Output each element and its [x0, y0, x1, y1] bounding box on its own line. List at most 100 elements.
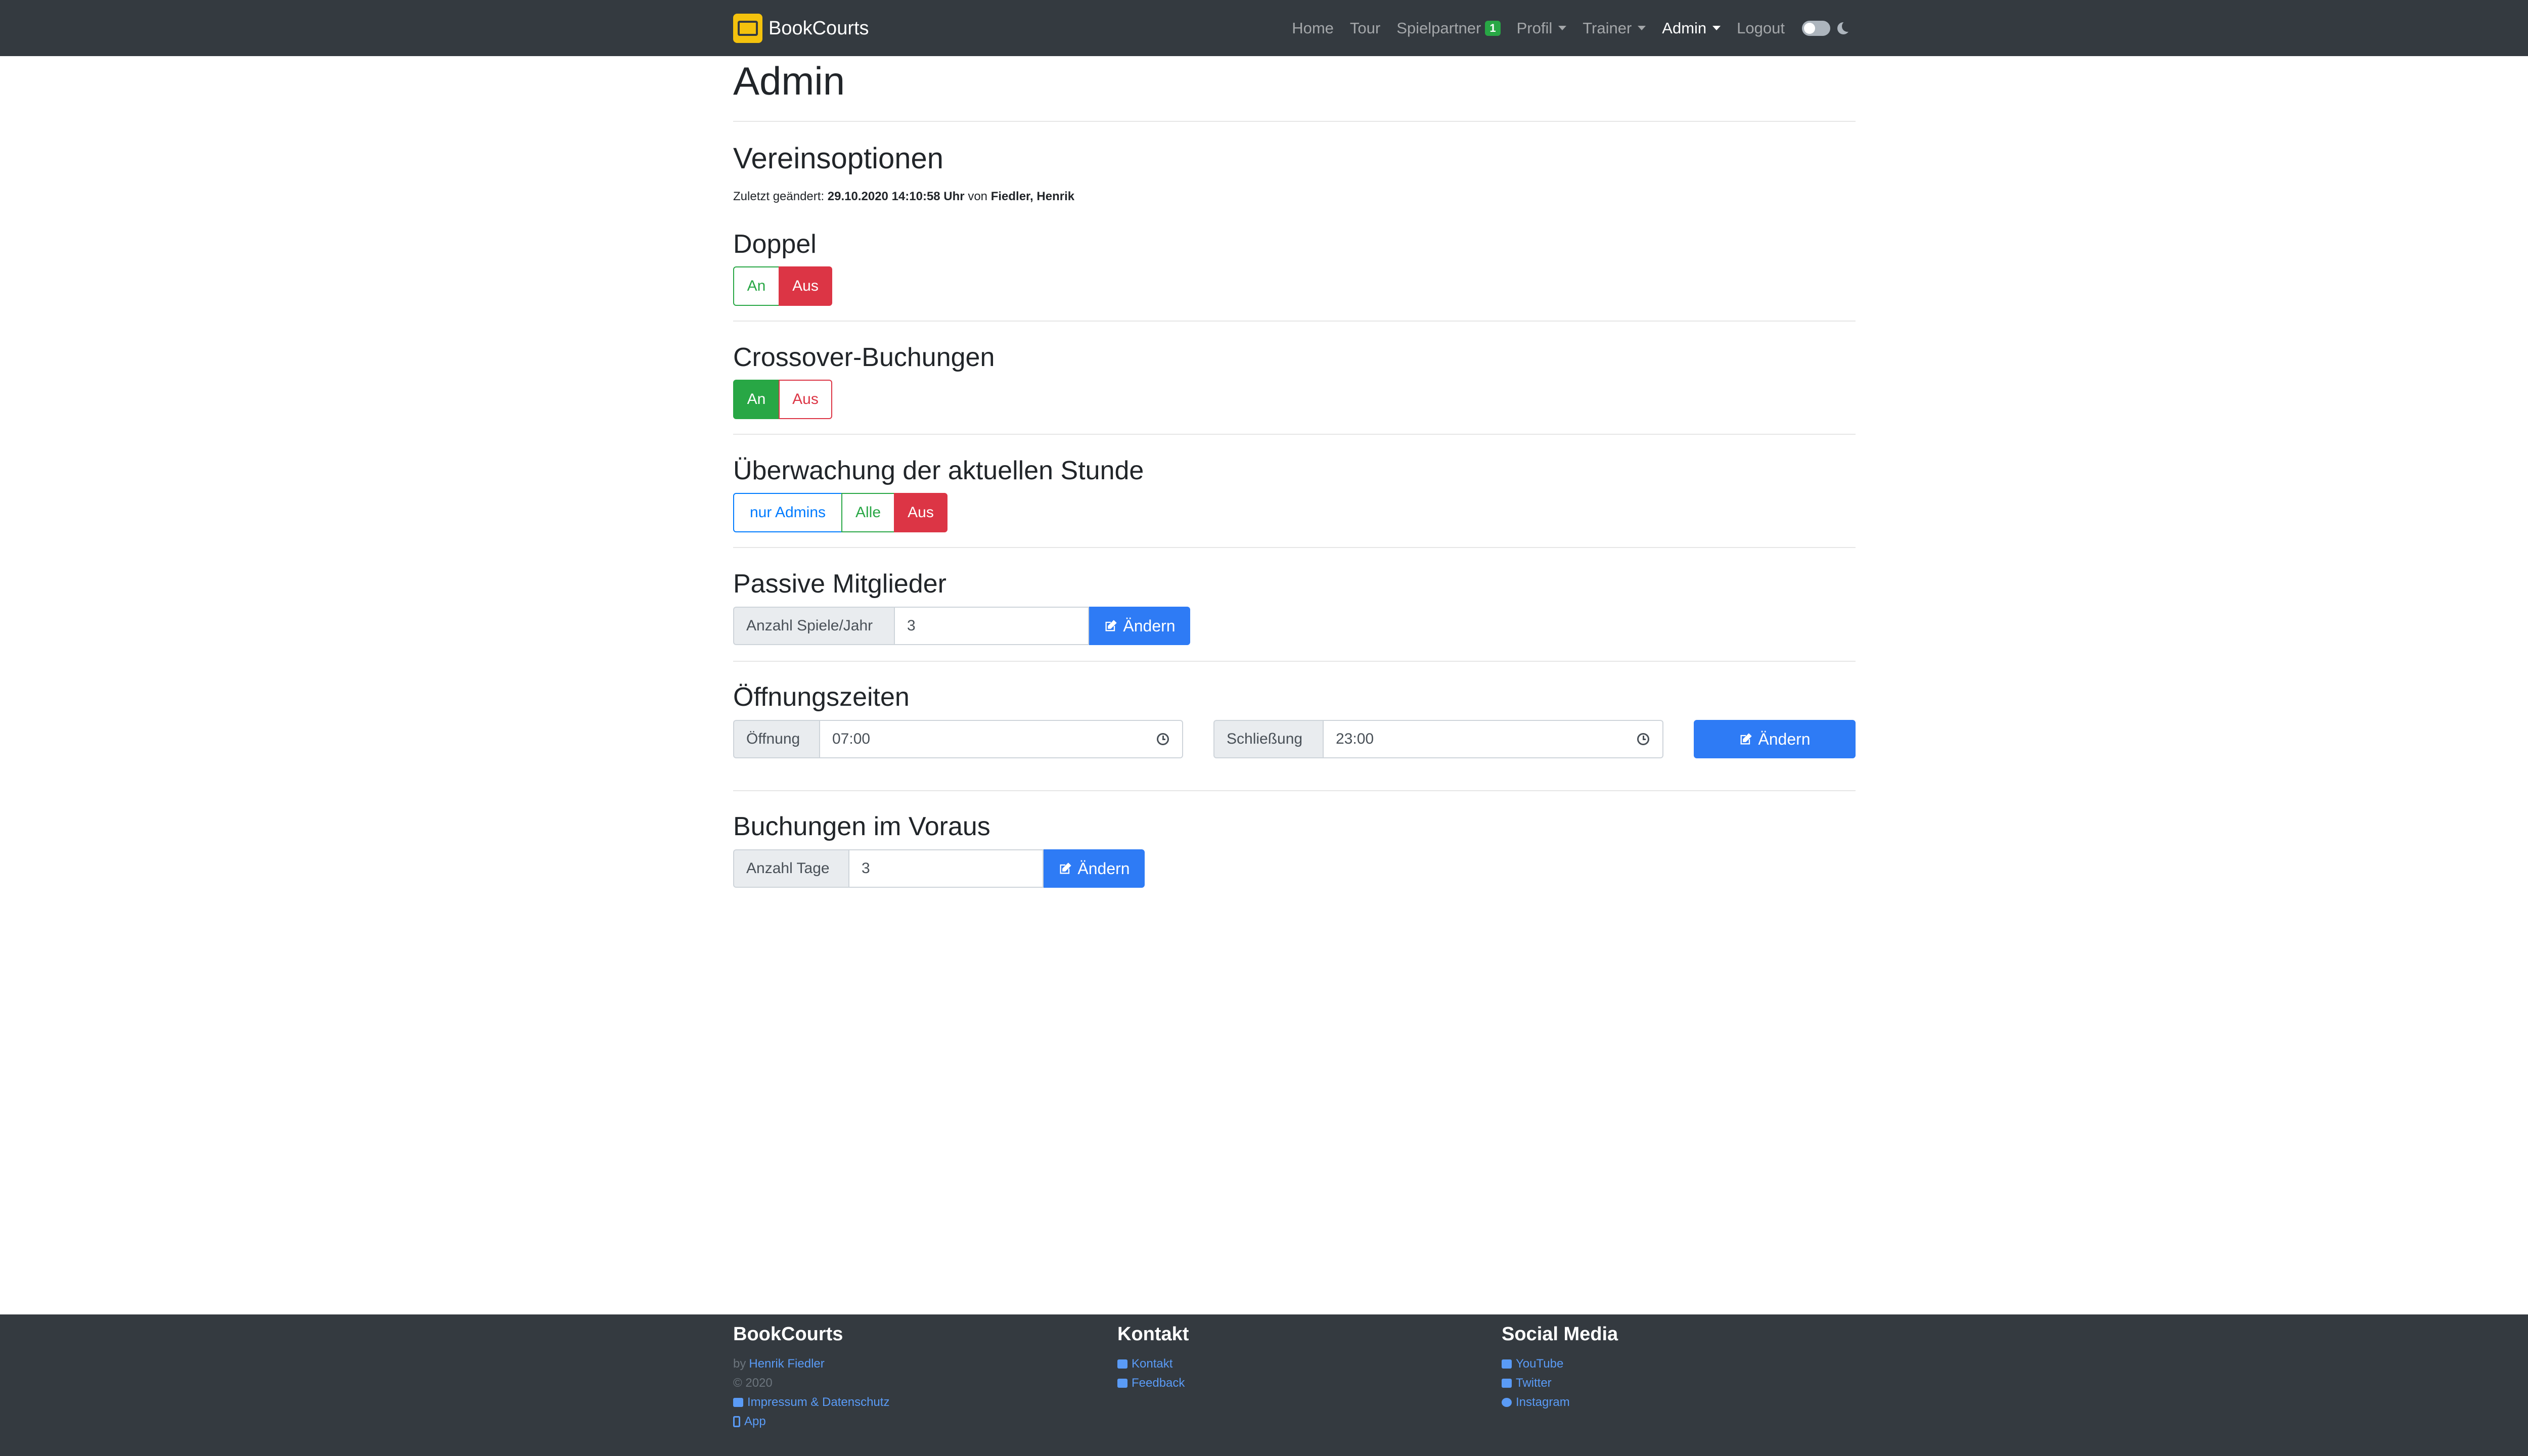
monitoring-all-button[interactable]: Alle [841, 493, 895, 532]
nav-profil-dropdown[interactable]: Profil [1517, 19, 1567, 37]
mobile-icon [733, 1416, 740, 1427]
caret-down-icon [1558, 26, 1567, 30]
footer-twitter-label: Twitter [1516, 1376, 1552, 1390]
advance-change-label: Ändern [1077, 859, 1130, 878]
nav-trainer-dropdown[interactable]: Trainer [1583, 19, 1646, 37]
nav-home[interactable]: Home [1292, 19, 1334, 37]
divider [733, 790, 1856, 791]
footer-youtube-link[interactable]: YouTube [1502, 1357, 1563, 1371]
footer-contact-link[interactable]: Kontakt [1117, 1357, 1172, 1371]
footer-contact-label: Kontakt [1132, 1357, 1173, 1371]
edit-icon [1060, 862, 1072, 874]
crossover-off-button[interactable]: Aus [779, 380, 832, 419]
book-icon [733, 1398, 743, 1407]
envelope-icon [1117, 1359, 1127, 1369]
doppel-off-button[interactable]: Aus [779, 266, 832, 306]
youtube-icon [1502, 1359, 1512, 1369]
passive-games-input[interactable]: 3 [894, 607, 1089, 645]
last-change-by-word: von [968, 190, 988, 203]
nav-logout[interactable]: Logout [1737, 19, 1785, 37]
clock-icon [1637, 733, 1649, 745]
footer-feedback-link[interactable]: Feedback [1117, 1376, 1185, 1390]
brand-logo-icon [733, 14, 762, 43]
nav-spielpartner-label: Spielpartner [1396, 19, 1481, 37]
passive-title: Passive Mitglieder [733, 569, 946, 599]
advance-change-button[interactable]: Ändern [1044, 849, 1145, 888]
advance-title: Buchungen im Voraus [733, 812, 990, 841]
envelope-icon [1117, 1379, 1127, 1388]
divider [733, 121, 1856, 122]
nav-admin-dropdown[interactable]: Admin [1662, 19, 1721, 37]
closing-input-group: Schließung 23:00 [1213, 720, 1663, 758]
section-title: Vereinsoptionen [733, 142, 943, 175]
crossover-title: Crossover-Buchungen [733, 343, 995, 372]
footer-app-link[interactable]: App [733, 1415, 766, 1429]
footer-instagram-link[interactable]: Instagram [1502, 1395, 1570, 1409]
divider [733, 661, 1856, 662]
monitoring-off-button[interactable]: Aus [894, 493, 947, 532]
passive-input-group: Anzahl Spiele/Jahr 3 Ändern [733, 607, 1190, 645]
nav-profil-label: Profil [1516, 19, 1553, 37]
closing-time-value: 23:00 [1336, 731, 1374, 747]
clock-icon [1157, 733, 1169, 745]
last-change-datetime: 29.10.2020 14:10:58 Uhr [827, 190, 965, 203]
advance-label: Anzahl Tage [733, 849, 848, 888]
footer-youtube-label: YouTube [1516, 1357, 1564, 1371]
hours-title: Öffnungszeiten [733, 682, 910, 712]
passive-label: Anzahl Spiele/Jahr [733, 607, 894, 645]
monitoring-title: Überwachung der aktuellen Stunde [733, 456, 1144, 485]
divider [733, 547, 1856, 548]
doppel-on-button[interactable]: An [733, 266, 780, 306]
monitoring-toggle-group: nur Admins Alle Aus [733, 493, 947, 532]
footer-copyright: © 2020 [733, 1376, 773, 1390]
hours-change-label: Ändern [1758, 730, 1811, 748]
opening-label: Öffnung [733, 720, 819, 758]
opening-input-group: Öffnung 07:00 [733, 720, 1183, 758]
last-change-user: Fiedler, Henrik [990, 190, 1075, 203]
moon-icon [1836, 20, 1853, 35]
footer-impressum-link[interactable]: Impressum & Datenschutz [733, 1395, 889, 1409]
footer-instagram-label: Instagram [1516, 1395, 1570, 1409]
page-title: Admin [733, 59, 845, 103]
footer-brand-title: BookCourts [733, 1324, 843, 1345]
crossover-on-button[interactable]: An [733, 380, 780, 419]
divider [733, 321, 1856, 322]
footer-impressum-label: Impressum & Datenschutz [747, 1395, 890, 1409]
advance-days-input[interactable]: 3 [848, 849, 1044, 888]
caret-down-icon [1712, 26, 1721, 30]
passive-change-button[interactable]: Ändern [1089, 607, 1190, 645]
brand-link[interactable]: BookCourts [733, 13, 869, 43]
caret-down-icon [1638, 26, 1646, 30]
footer-author: by Henrik Fiedler [733, 1357, 825, 1371]
instagram-icon [1502, 1398, 1512, 1407]
footer: BookCourts by Henrik Fiedler © 2020 Impr… [0, 1314, 2528, 1456]
edit-icon [1740, 733, 1752, 745]
monitoring-admins-button[interactable]: nur Admins [733, 493, 842, 532]
doppel-title: Doppel [733, 230, 817, 259]
hours-change-button[interactable]: Ändern [1694, 720, 1856, 758]
last-change-info: Zuletzt geändert: 29.10.2020 14:10:58 Uh… [733, 190, 1074, 204]
nav-admin-label: Admin [1662, 19, 1707, 37]
closing-label: Schließung [1213, 720, 1323, 758]
opening-time-input[interactable]: 07:00 [819, 720, 1183, 758]
footer-social-title: Social Media [1502, 1324, 1618, 1345]
top-navbar: BookCourts Home Tour Spielpartner 1 Prof… [0, 0, 2528, 56]
divider [733, 434, 1856, 435]
opening-time-value: 07:00 [832, 731, 871, 747]
brand-name: BookCourts [769, 17, 869, 39]
footer-by-word: by [733, 1357, 746, 1371]
closing-time-input[interactable]: 23:00 [1323, 720, 1663, 758]
footer-author-link[interactable]: Henrik Fiedler [749, 1357, 824, 1371]
nav-tour[interactable]: Tour [1350, 19, 1380, 37]
footer-feedback-label: Feedback [1132, 1376, 1185, 1390]
advance-input-group: Anzahl Tage 3 Ändern [733, 849, 1145, 888]
dark-mode-toggle[interactable] [1802, 20, 1830, 36]
spielpartner-count-badge: 1 [1485, 20, 1501, 36]
nav-spielpartner[interactable]: Spielpartner 1 [1396, 19, 1501, 37]
twitter-icon [1502, 1379, 1512, 1388]
footer-twitter-link[interactable]: Twitter [1502, 1376, 1552, 1390]
edit-icon [1105, 620, 1117, 631]
nav-menu: Home Tour Spielpartner 1 Profil Trainer … [1276, 0, 1853, 56]
footer-app-label: App [744, 1415, 766, 1428]
nav-trainer-label: Trainer [1583, 19, 1632, 37]
